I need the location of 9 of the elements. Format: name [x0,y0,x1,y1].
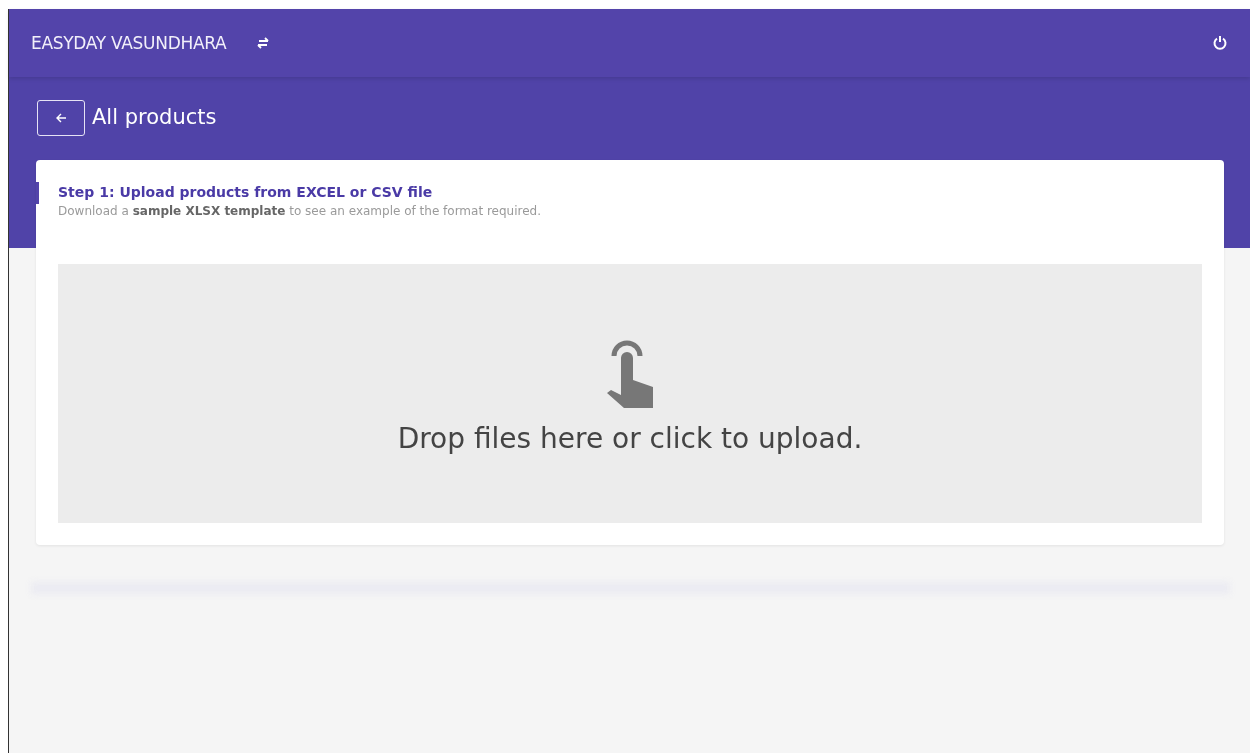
accent-bar [36,182,39,204]
step-description: Download a sample XLSX template to see an example of the format required. [58,204,543,218]
step-title: Step 1: Upload products from EXCEL or CSV file [58,184,434,200]
upload-dropzone[interactable]: Drop files here or click to upload. [58,264,1202,523]
dropzone-message: Drop files here or click to upload. [397,422,863,455]
page-title: All products [92,104,217,131]
back-arrow-icon [55,112,67,124]
brand-name: EASYDAY VASUNDHARA [31,33,227,53]
back-button[interactable] [37,100,85,136]
